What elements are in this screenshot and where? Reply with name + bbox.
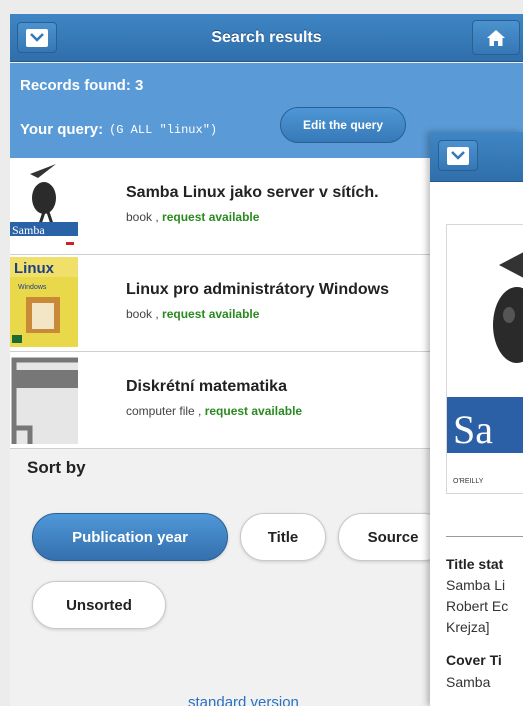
menu-button[interactable]: [17, 22, 57, 53]
chevron-down-icon: [26, 28, 48, 47]
result-availability: request available: [162, 307, 260, 321]
title-statement-line: Samba Li: [446, 577, 506, 593]
chevron-down-icon: [447, 146, 469, 165]
result-availability: request available: [204, 404, 303, 418]
home-icon: [487, 29, 505, 46]
result-meta: book , request available: [126, 307, 259, 321]
divider: [446, 536, 523, 537]
sort-by-heading: Sort by: [27, 458, 86, 477]
query-label: Your query:: [20, 121, 104, 138]
sort-title-button[interactable]: Title: [240, 513, 326, 561]
result-title[interactable]: Linux pro administrátory Windows: [126, 281, 389, 299]
book-cover-image: Sa O'REILLY: [446, 224, 523, 494]
thumb-cover-text: Linux: [14, 260, 55, 277]
query-value: (G ALL "linux"): [109, 122, 218, 137]
result-title[interactable]: Diskrétní matematika: [126, 378, 287, 396]
records-found: Records found: 3: [20, 77, 144, 94]
thumb-cover-sub: Windows: [18, 284, 47, 291]
header-bar: Search results: [10, 14, 523, 62]
standard-version-link[interactable]: standard version: [188, 694, 299, 706]
result-type: book ,: [126, 307, 163, 321]
edit-query-button[interactable]: Edit the query: [280, 107, 406, 143]
result-title[interactable]: Samba Linux jako server v sítích.: [126, 184, 379, 202]
title-statement-line: Krejza]: [446, 619, 490, 635]
cover-title-value: Samba: [446, 674, 491, 690]
sort-publication-year-button[interactable]: Publication year: [32, 513, 228, 561]
cover-title-label: Cover Ti: [446, 652, 502, 668]
detail-header-bar: [430, 132, 523, 182]
file-icon: [10, 354, 78, 444]
detail-menu-button[interactable]: [438, 140, 478, 171]
result-meta: book , request available: [126, 210, 259, 224]
result-type: book ,: [126, 210, 163, 224]
result-availability: request available: [162, 210, 260, 224]
query-line: Your query: (G ALL "linux"): [20, 121, 217, 138]
result-type: computer file ,: [126, 404, 205, 418]
thumb-cover-text: Samba: [12, 223, 45, 237]
page-title: Search results: [211, 29, 322, 46]
book-cover-thumbnail: Linux Windows: [10, 257, 78, 347]
cover-publisher: O'REILLY: [453, 478, 484, 485]
title-statement-line: Robert Ec: [446, 598, 509, 614]
result-meta: computer file , request available: [126, 404, 302, 418]
title-statement-label: Title stat: [446, 556, 504, 572]
home-button[interactable]: [472, 20, 520, 55]
book-cover-thumbnail: Samba: [10, 160, 78, 250]
record-detail-page: Sa O'REILLY Title stat Samba Li Robert E…: [430, 132, 523, 706]
cover-text: Sa: [453, 407, 493, 452]
sort-unsorted-button[interactable]: Unsorted: [32, 581, 166, 629]
